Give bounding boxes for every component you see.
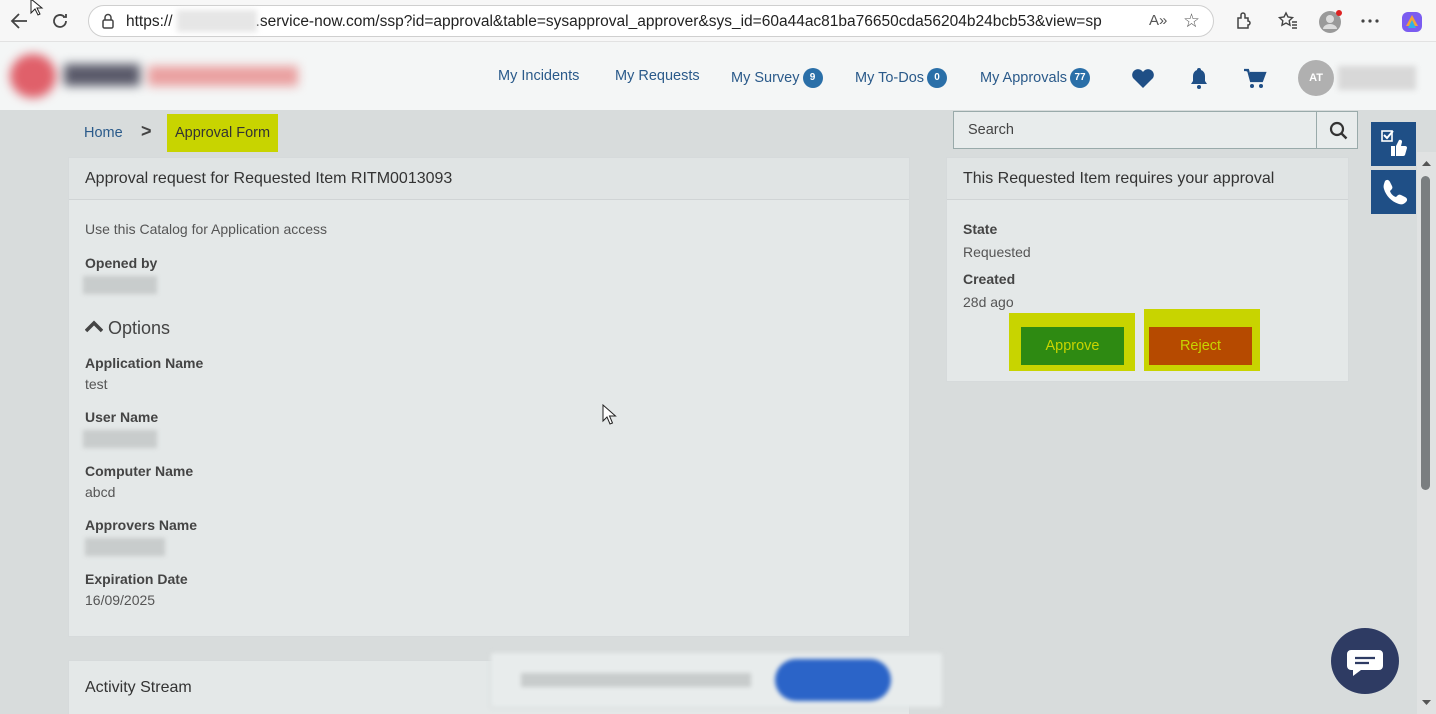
survey-count-badge: 9 — [802, 68, 823, 88]
nav-my-approvals[interactable]: My Approvals 77 — [980, 68, 1091, 88]
computer-name-label: Computer Name — [85, 463, 194, 479]
request-description: Use this Catalog for Application access — [85, 221, 328, 237]
chat-bubble-icon — [1347, 650, 1383, 676]
lock-icon[interactable] — [99, 12, 117, 30]
options-toggle[interactable]: Options — [84, 318, 171, 339]
application-name-label: Application Name — [85, 355, 204, 371]
phone-icon — [1383, 179, 1408, 205]
search-icon — [1329, 121, 1348, 140]
read-aloud-icon[interactable]: A» — [1149, 12, 1167, 29]
copilot-icon[interactable] — [1400, 10, 1422, 32]
nav-my-requests[interactable]: My Requests — [615, 68, 700, 84]
breadcrumb-current: Approval Form — [167, 114, 278, 152]
more-icon[interactable] — [1359, 10, 1381, 32]
application-name-value: test — [85, 376, 108, 392]
approvals-shortcut-button[interactable] — [1371, 122, 1416, 166]
mouse-pointer-icon — [602, 404, 617, 425]
user-avatar[interactable]: AT — [1298, 60, 1334, 96]
created-value: 28d ago — [963, 294, 1014, 310]
nav-my-todos[interactable]: My To-Dos 0 — [855, 68, 948, 88]
options-label: Options — [108, 318, 171, 338]
created-label: Created — [963, 271, 1016, 287]
breadcrumb-chevron-icon: > — [141, 121, 152, 141]
activity-stream-title: Activity Stream — [85, 679, 192, 696]
chat-button[interactable] — [1331, 628, 1399, 694]
search-box — [953, 111, 1358, 149]
nav-my-survey-label: My Survey — [731, 69, 800, 86]
search-button[interactable] — [1316, 112, 1358, 148]
approve-button[interactable]: Approve — [1021, 327, 1124, 365]
state-label: State — [963, 221, 998, 237]
request-details-panel: Approval request for Requested Item RITM… — [68, 157, 910, 637]
portal-header: My Incidents My Requests My Survey 9 My T… — [0, 42, 1436, 110]
opened-by-label: Opened by — [85, 255, 158, 271]
thumbs-up-icon — [1381, 130, 1407, 157]
url-text[interactable]: https://.service-now.com/ssp?id=approval… — [126, 13, 1102, 31]
favorite-star-icon[interactable]: ☆ — [1183, 10, 1200, 33]
nav-my-todos-label: My To-Dos — [855, 69, 925, 86]
redacted-user-name[interactable] — [1338, 66, 1416, 90]
expiration-date-label: Expiration Date — [85, 571, 188, 587]
nav-my-survey[interactable]: My Survey 9 — [731, 68, 823, 88]
profile-icon[interactable] — [1318, 10, 1342, 33]
expiration-date-value: 16/09/2025 — [85, 592, 156, 608]
page-scrollbar[interactable] — [1417, 152, 1436, 714]
search-input[interactable] — [954, 112, 1316, 148]
approvers-name-label: Approvers Name — [85, 517, 198, 533]
nav-my-approvals-label: My Approvals — [980, 69, 1068, 86]
opened-by-value-redacted — [83, 276, 157, 294]
popup-action-button[interactable] — [775, 659, 891, 701]
state-value: Requested — [963, 244, 1031, 260]
heart-icon[interactable] — [1130, 66, 1156, 90]
redacted-notification-popup — [490, 652, 943, 708]
user-name-label: User Name — [85, 409, 159, 425]
approval-panel-title: This Requested Item requires your approv… — [947, 158, 1348, 200]
bell-icon[interactable] — [1187, 66, 1213, 90]
redacted-host — [177, 10, 257, 32]
chevron-up-icon — [84, 320, 104, 333]
address-bar[interactable]: https://.service-now.com/ssp?id=approval… — [88, 5, 1214, 37]
company-logo[interactable] — [10, 54, 300, 98]
scroll-up-icon — [1422, 161, 1431, 166]
reject-button[interactable]: Reject — [1149, 327, 1252, 365]
favorites-icon[interactable] — [1277, 10, 1299, 32]
breadcrumb-home[interactable]: Home — [84, 125, 123, 141]
extensions-icon[interactable] — [1232, 10, 1254, 32]
contact-phone-button[interactable] — [1371, 170, 1416, 214]
mouse-cursor-icon — [26, 0, 48, 20]
todos-count-badge: 0 — [927, 68, 948, 88]
scroll-down-icon — [1422, 700, 1431, 705]
approvers-name-value-redacted — [85, 538, 165, 556]
browser-toolbar: https://.service-now.com/ssp?id=approval… — [0, 0, 1436, 42]
user-name-value-redacted — [83, 430, 157, 448]
scroll-thumb[interactable] — [1421, 176, 1430, 490]
refresh-icon[interactable] — [49, 10, 71, 32]
approvals-count-badge: 77 — [1070, 68, 1091, 88]
computer-name-value: abcd — [85, 484, 116, 500]
nav-my-incidents[interactable]: My Incidents — [498, 68, 579, 84]
request-panel-title: Approval request for Requested Item RITM… — [69, 158, 909, 200]
cart-icon[interactable] — [1242, 66, 1268, 90]
